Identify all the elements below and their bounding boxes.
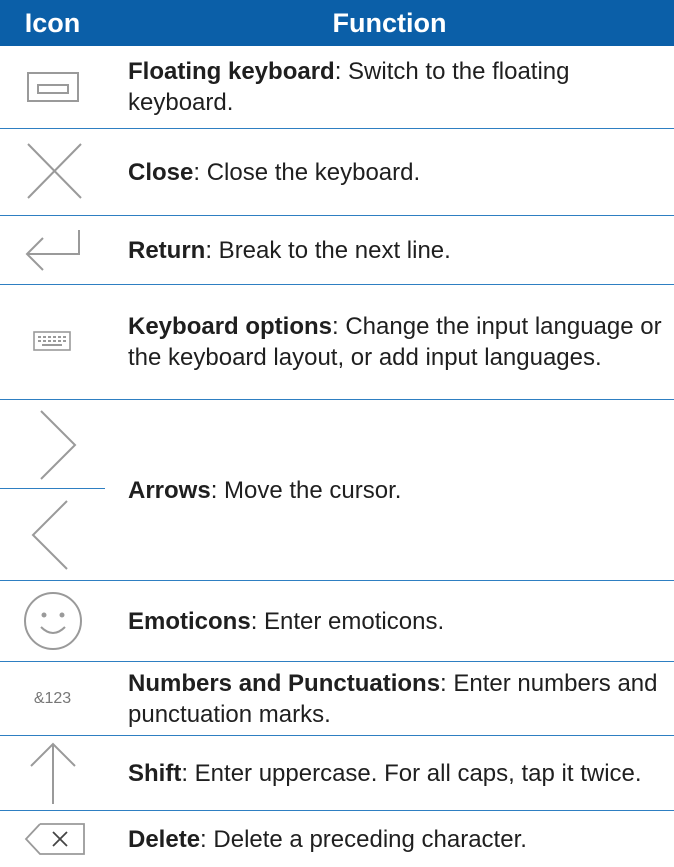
row-title: Keyboard options: [128, 313, 333, 340]
table-row: Emoticons: Enter emoticons.: [128, 581, 668, 661]
row-desc: : Move the cursor.: [210, 476, 402, 504]
row-title: Close: [128, 158, 194, 186]
table-row: Keyboard options: Change the input langu…: [128, 288, 668, 396]
delete-icon: [0, 811, 105, 867]
shift-icon: [0, 736, 105, 810]
row-title: Numbers and Punctuations: [128, 669, 441, 697]
keyboard-options-icon: [0, 285, 105, 399]
arrow-right-icon: [0, 400, 105, 486]
numbers-icon-label: &123: [33, 689, 72, 707]
table-row: Return: Break to the next line.: [128, 216, 668, 284]
table-row: Arrows: Move the cursor.: [128, 400, 668, 580]
table-row: Floating keyboard: Switch to the floatin…: [128, 50, 668, 124]
return-icon: [0, 216, 105, 284]
arrow-separator: [0, 488, 105, 489]
table-row: Close: Close the keyboard.: [128, 129, 668, 215]
table-row: Numbers and Punctuations: Enter numbers …: [128, 664, 668, 733]
row-title: Floating keyboard: [128, 58, 335, 85]
row-desc: : Close the keyboard.: [193, 158, 421, 186]
function-column-header: Function: [332, 8, 447, 38]
row-desc: : Break to the next line.: [205, 236, 451, 264]
icon-column-header: Icon: [24, 8, 81, 38]
emoticons-icon: [0, 581, 105, 661]
floating-keyboard-icon: [0, 46, 105, 128]
row-title: Emoticons: [128, 607, 251, 635]
numbers-icon: &123: [0, 662, 105, 735]
row-desc: : Delete a preceding character.: [200, 825, 527, 853]
row-title: Delete: [128, 825, 201, 853]
row-title: Shift: [128, 759, 182, 787]
arrow-left-icon: [0, 490, 105, 580]
row-title: Arrows: [128, 476, 211, 504]
row-desc: : Enter emoticons.: [250, 607, 445, 635]
table-header: Icon Function: [0, 0, 674, 46]
row-desc: : Enter uppercase. For all caps, tap it …: [181, 759, 642, 787]
close-icon: [0, 129, 105, 215]
row-title: Return: [128, 236, 206, 264]
table-row: Delete: Delete a preceding character.: [128, 811, 668, 867]
table-row: Shift: Enter uppercase. For all caps, ta…: [128, 738, 668, 808]
